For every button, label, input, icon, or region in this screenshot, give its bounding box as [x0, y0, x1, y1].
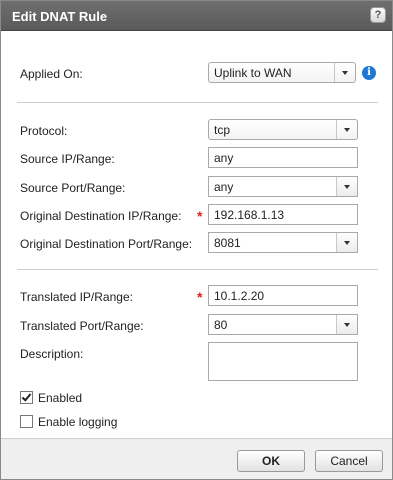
ok-button[interactable]: OK [237, 450, 305, 472]
enable-logging-label[interactable]: Enable logging [38, 415, 117, 429]
chevron-down-icon[interactable] [336, 233, 357, 252]
required-marker: * [197, 289, 203, 305]
title-bar: Edit DNAT Rule ? [1, 1, 392, 31]
description-label: Description: [20, 347, 84, 361]
translated-port-label: Translated Port/Range: [20, 319, 144, 333]
source-ip-value: any [214, 151, 234, 165]
orig-dest-ip-input[interactable]: 192.168.1.13 [208, 204, 358, 225]
translated-ip-label: Translated IP/Range: [20, 290, 133, 304]
required-marker: * [197, 208, 203, 224]
applied-on-value: Uplink to WAN [214, 66, 292, 80]
dialog-footer: OK Cancel [1, 438, 392, 479]
source-port-label: Source Port/Range: [20, 181, 126, 195]
enable-logging-checkbox[interactable] [20, 415, 33, 428]
applied-on-label: Applied On: [20, 67, 83, 81]
chevron-down-icon[interactable] [336, 315, 357, 334]
translated-ip-value: 10.1.2.20 [214, 289, 265, 303]
info-icon[interactable]: i [362, 66, 376, 80]
section-divider [17, 269, 378, 270]
orig-dest-port-value: 8081 [214, 236, 241, 250]
orig-dest-ip-value: 192.168.1.13 [214, 208, 285, 222]
description-textarea[interactable] [208, 342, 358, 381]
chevron-down-icon[interactable] [336, 120, 357, 139]
translated-port-value: 80 [214, 318, 228, 332]
chevron-down-icon[interactable] [334, 63, 355, 82]
source-ip-input[interactable]: any [208, 147, 358, 168]
cancel-button[interactable]: Cancel [315, 450, 383, 472]
chevron-down-icon[interactable] [336, 177, 357, 196]
source-port-combobox[interactable]: any [208, 176, 358, 197]
dialog-title: Edit DNAT Rule [12, 9, 108, 24]
orig-dest-port-combobox[interactable]: 8081 [208, 232, 358, 253]
enabled-label[interactable]: Enabled [38, 391, 82, 405]
help-icon[interactable]: ? [370, 7, 386, 23]
translated-ip-input[interactable]: 10.1.2.20 [208, 285, 358, 306]
applied-on-select[interactable]: Uplink to WAN [208, 62, 356, 83]
orig-dest-ip-label: Original Destination IP/Range: [20, 209, 182, 223]
source-ip-label: Source IP/Range: [20, 152, 115, 166]
translated-port-combobox[interactable]: 80 [208, 314, 358, 335]
enabled-checkbox[interactable] [20, 391, 33, 404]
protocol-select[interactable]: tcp [208, 119, 358, 140]
edit-dnat-rule-dialog: Edit DNAT Rule ? Applied On: Uplink to W… [0, 0, 393, 480]
protocol-value: tcp [214, 123, 231, 137]
checkmark-icon [21, 391, 32, 402]
orig-dest-port-label: Original Destination Port/Range: [20, 237, 193, 251]
source-port-value: any [214, 180, 234, 194]
section-divider [17, 102, 378, 103]
protocol-label: Protocol: [20, 124, 68, 138]
